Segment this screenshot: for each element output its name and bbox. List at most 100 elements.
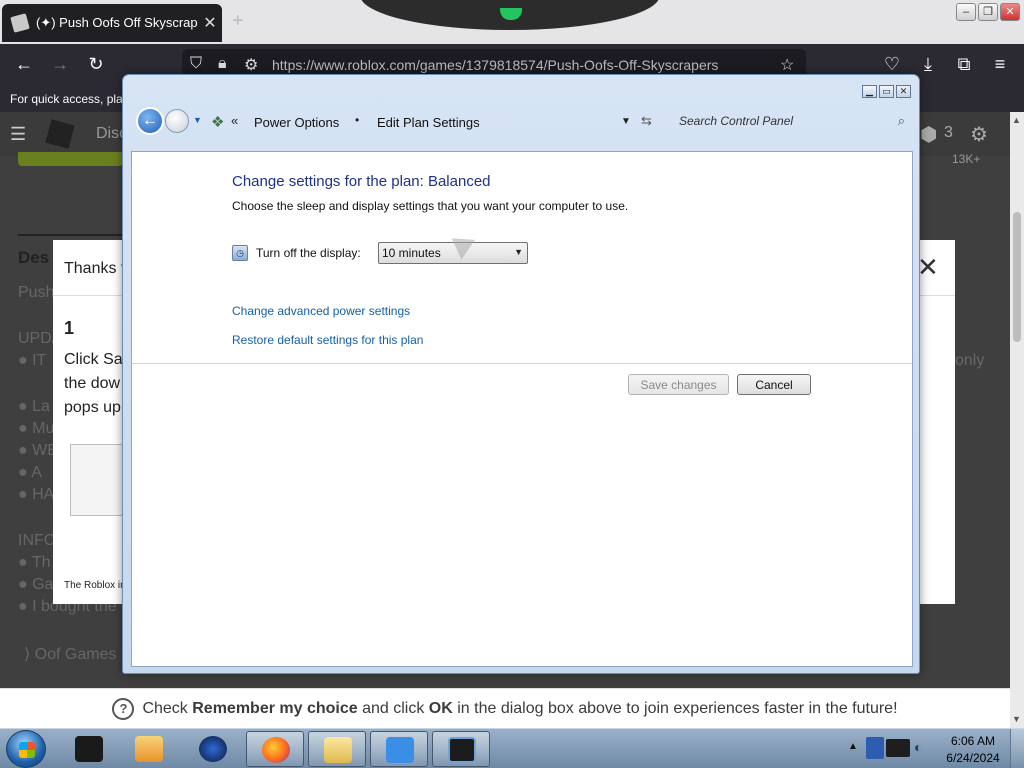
thanks-dialog-title: Thanks f [64,260,126,277]
cp-maximize-button[interactable]: ▭ [879,85,894,98]
cp-minimize-button[interactable]: ▁ [862,85,877,98]
taskbar-app-terminal[interactable] [60,731,118,767]
help-question-icon: ? [112,697,135,720]
thanks-dialog-close-icon[interactable]: ✕ [917,252,939,283]
hamburger-icon[interactable]: ☰ [10,124,26,145]
tray-display-icon[interactable] [886,739,910,757]
thanks-dialog-footnote: The Roblox in [64,580,126,591]
cp-close-button[interactable]: ✕ [896,85,911,98]
tray-app-icon[interactable] [866,737,884,759]
play-button-edge[interactable] [18,152,123,166]
breadcrumb-power-options[interactable]: Power Options [254,115,339,130]
media-player-icon [135,736,163,762]
downloads-icon[interactable]: ⤓ [917,54,939,75]
shield-icon[interactable]: ⛉ [190,55,202,73]
cp-window-controls: ▁ ▭ ✕ [862,85,911,98]
bg-line: ● A [18,464,42,481]
control-panel-icon: ❖ [211,114,225,131]
tray-network-icon[interactable]: ◐ [914,739,922,755]
menu-icon[interactable]: ≡ [989,54,1011,75]
save-changes-button[interactable]: Save changes [628,374,729,395]
clock-date[interactable]: 6/24/2024 [944,751,1002,765]
join-tip-banner: ? Check Remember my choice and click OK … [0,688,1010,728]
lock-icon[interactable]: 🔒︎ [218,55,227,73]
bookmark-star-icon[interactable]: ☆ [780,55,794,75]
roblox-icon [386,737,414,763]
recent-pages-chevron-icon[interactable]: ▼ [193,115,202,125]
pocket-icon[interactable]: ♡ [881,54,903,75]
chevron-down-icon: ▼ [514,247,523,257]
bg-line: UPD/ [18,330,57,347]
banner-text-part: and click [357,699,429,717]
page-scrollbar[interactable]: ▲ ▼ [1010,112,1024,728]
tab-close-icon[interactable]: ✕ [198,13,222,33]
search-input[interactable] [671,109,911,133]
step-text-line: pops up [64,399,121,416]
terminal-icon [75,736,103,762]
step-text-line: the dow [64,375,121,392]
restore-defaults-link[interactable]: Restore default settings for this plan [232,333,423,347]
clock-time[interactable]: 6:06 AM [944,734,1002,748]
taskbar-app-browser-dark[interactable] [184,731,242,767]
search-icon[interactable]: ⌕ [898,113,905,129]
taskbar-app-roblox[interactable] [370,731,428,767]
settings-gear-icon[interactable]: ⚙ [970,122,988,147]
roblox-favicon-icon [10,13,30,33]
cp-back-button[interactable]: ← [136,107,164,135]
robux-icon[interactable]: ⬢ [920,122,937,147]
cancel-button[interactable]: Cancel [737,374,811,395]
forward-arrow-icon[interactable]: → [49,54,71,75]
banner-text-bold: Remember my choice [192,699,358,717]
close-button[interactable]: ✕ [1000,3,1020,21]
scroll-up-icon[interactable]: ▲ [1012,115,1021,125]
show-desktop-button[interactable] [1010,729,1024,768]
cp-search-box[interactable]: ⌕ [671,109,911,133]
breadcrumb-separator[interactable]: • [355,113,359,127]
advanced-power-settings-link[interactable]: Change advanced power settings [232,304,410,318]
banner-text-bold: OK [428,699,453,717]
new-tab-button[interactable]: + [232,10,244,33]
bg-line: INFC [18,532,56,549]
bg-line: ● Th [18,554,51,571]
cp-navigation-bar: ← ▼ ❖ « Power Options • Edit Plan Settin… [131,103,913,143]
taskbar-app-media[interactable] [120,731,178,767]
oof-games-link[interactable]: ⟩ Oof Games [24,644,117,664]
breadcrumb-edit-plan-settings[interactable]: Edit Plan Settings [377,115,480,130]
roblox-logo-icon[interactable] [45,119,75,149]
scroll-down-icon[interactable]: ▼ [1012,714,1021,724]
taskbar-app-explorer[interactable] [308,731,366,767]
taskbar: ▲ ◐ 6:06 AM 6/24/2024 [0,728,1024,768]
bg-line: ● HA [18,486,55,503]
taskbar-app-control-panel[interactable] [432,731,490,767]
folder-icon [324,737,352,763]
divider [132,363,912,364]
step-number: 1 [64,318,75,338]
start-button[interactable] [6,730,46,768]
minimize-button[interactable]: – [956,3,976,21]
back-arrow-icon[interactable]: ← [13,54,35,75]
cp-forward-button[interactable] [165,109,189,133]
reload-icon[interactable]: ↻ [85,54,107,75]
bg-line-right: only [955,352,985,369]
step-text-line: Click Sa [64,351,123,368]
refresh-icon[interactable]: ⇆ [641,113,652,129]
bg-line: Push [18,284,55,301]
bg-line: ● Mu [18,420,55,437]
permissions-icon[interactable]: ⚙ [244,55,258,75]
extensions-icon[interactable]: ⧉ [953,54,975,75]
firefox-icon [262,737,290,763]
page-title: Change settings for the plan: Balanced [232,173,491,190]
tray-expand-icon[interactable]: ▲ [848,741,858,752]
browser-tab-active[interactable]: (✦) Push Oofs Off Skyscraper ✕ [2,4,222,42]
taskbar-app-firefox[interactable] [246,731,304,767]
breadcrumb-overflow[interactable]: « [231,113,238,128]
address-dropdown-icon[interactable]: ▼ [621,116,631,127]
banner-text-part: Check [142,699,193,717]
description-heading: Des [18,248,50,267]
bg-line: ● IT [18,352,47,369]
restore-button[interactable]: ❐ [978,3,998,21]
scrollbar-thumb[interactable] [1013,212,1021,342]
display-off-value: 10 minutes [382,246,441,260]
camera-notch [360,0,660,30]
control-panel-window: ▁ ▭ ✕ ← ▼ ❖ « Power Options • Edit Plan … [122,74,920,674]
